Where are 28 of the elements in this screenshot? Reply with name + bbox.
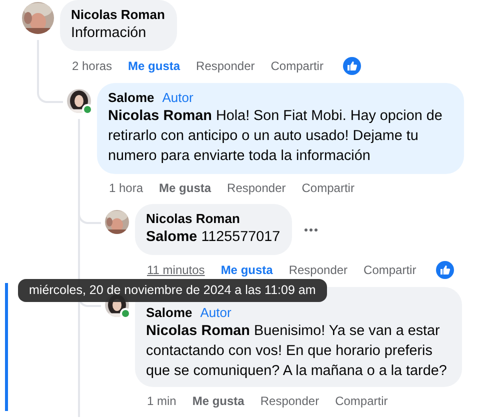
share-link[interactable]: Compartir [302, 180, 354, 196]
share-link[interactable]: Compartir [364, 262, 416, 278]
date-tooltip: miércoles, 20 de noviembre de 2024 a las 11:09 am [18, 279, 327, 302]
timestamp-link[interactable]: 1 hora [109, 180, 144, 196]
timestamp-link[interactable]: 1 min [147, 393, 176, 409]
reply-link[interactable]: Responder [260, 393, 320, 409]
reply-link[interactable]: Responder [288, 262, 348, 278]
share-link[interactable]: Compartir [270, 58, 324, 74]
author-name[interactable]: Salome [146, 305, 192, 321]
comment-text: Información [71, 24, 148, 43]
like-link[interactable]: Me gusta [220, 262, 273, 278]
author-name[interactable]: Salome [108, 90, 154, 106]
comment-text: Salome 1125577017 [146, 228, 280, 247]
author-label: Autor [200, 305, 232, 321]
like-link[interactable]: Me gusta [192, 393, 244, 409]
comment-text: Nicolas Roman Hola! Son Fiat Mobi. Hay opcion de retirarlo con anticipo o un auto usado! Dejame tu numero para enviarte toda la información [108, 107, 444, 166]
share-link[interactable]: Compartir [335, 393, 388, 409]
reply-link[interactable]: Responder [227, 180, 286, 196]
like-link[interactable]: Me gusta [159, 180, 212, 196]
like-link[interactable]: Me gusta [128, 58, 180, 74]
comment-text: Nicolas Roman Buenisimo! Ya se van a estar contactando con vos! En que horario preferis que se comuniquen? A la mañana o a la tarde? [146, 322, 448, 381]
timestamp-link[interactable]: 11 minutos [147, 262, 205, 278]
reply-link[interactable]: Responder [196, 58, 255, 74]
more-icon[interactable] [304, 228, 318, 232]
timestamp-link[interactable]: 2 horas [72, 58, 112, 74]
author-name[interactable]: Nicolas Roman [71, 7, 165, 23]
author-label: Autor [162, 90, 194, 106]
author-name[interactable]: Nicolas Roman [146, 211, 240, 227]
